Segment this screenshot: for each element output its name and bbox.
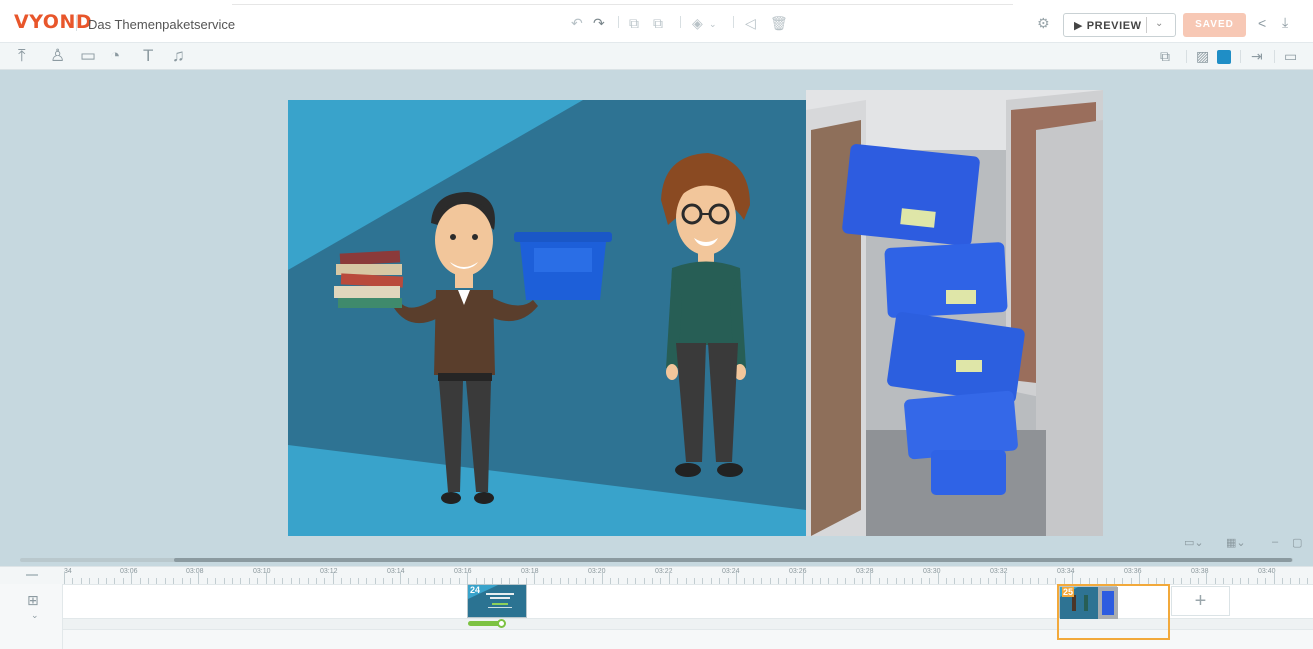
settings-icon[interactable]: ⚙ [1037,16,1050,30]
copy-icon[interactable]: ⧉ [629,16,639,30]
scene-thumbnail[interactable]: 24 [467,584,527,618]
ruler-tick [400,572,401,584]
ruler-tick [265,572,267,584]
scene-illustration [288,100,806,536]
preview-button[interactable]: ▶ PREVIEW ⌄ [1063,13,1176,37]
timeline-track-header: ⊞ ⌄ [0,584,63,649]
chart-icon[interactable]: ◔ [110,47,120,65]
divider [1146,17,1147,33]
ruler-tick [534,572,536,584]
book-stack[interactable] [334,250,404,308]
fit-screen-icon[interactable]: ▭⌄ [1184,536,1204,549]
preview-label: ▶ PREVIEW [1074,20,1142,32]
ruler-label: 03:14 [387,568,405,575]
ruler-label: 03:22 [655,568,673,575]
stage-scroll-thumb[interactable] [174,558,1292,562]
prop-icon[interactable]: ▭ [80,47,96,65]
divider [76,15,77,31]
ruler-label: 03:12 [320,568,338,575]
ruler-tick [131,572,133,584]
ruler-tick [1139,572,1141,584]
ruler-label: 03:06 [120,568,138,575]
background-icon[interactable]: ▨ [1196,48,1209,64]
timeline-ruler[interactable]: 34 03:06 03:08 03:10 03:12 03:14 03:16 0… [0,566,1313,584]
ruler-tick [601,572,603,584]
scene-selection-frame [1057,584,1170,640]
ruler-tick [198,572,200,584]
blue-crate-prop[interactable] [514,232,612,300]
top-divider [232,4,1013,5]
ruler-label: 03:20 [588,568,606,575]
scene-canvas[interactable] [288,100,806,536]
ruler-tick [1072,572,1073,584]
ruler-label: 03:10 [253,568,271,575]
ruler-tick [1206,572,1208,584]
video-track-icon[interactable]: ⊞ [27,592,39,609]
enter-effect-icon[interactable]: ⇥ [1251,48,1263,64]
ruler-tick [467,572,469,584]
asset-toolbar: ⤒ ♙ ▭ ◔ T ♫ ⧉ ▨ ⇥ ▭ [0,43,1313,70]
fullscreen-icon[interactable]: ▢ [1292,536,1302,549]
ruler-label: 03:18 [521,568,539,575]
scene-number: 24 [470,585,481,595]
divider [1240,50,1241,63]
ruler-tick [1273,572,1275,584]
ruler-tick [870,572,872,584]
ruler-handle[interactable] [26,574,38,576]
undo-icon[interactable]: ↶ [571,16,583,30]
grid-icon[interactable]: ▦⌄ [1226,536,1246,549]
paste-icon[interactable]: ⧉ [653,16,663,30]
ruler-label: 03:16 [454,568,472,575]
ruler-tick [332,572,334,584]
ruler-tick [803,572,805,584]
text-icon[interactable]: T [143,47,153,65]
ruler-tick [668,572,670,584]
divider [680,16,681,28]
background-color-swatch[interactable] [1217,50,1231,64]
upload-icon[interactable]: ⤒ [18,47,26,65]
saved-button[interactable]: SAVED [1183,13,1246,37]
zoom-out-icon[interactable]: – [1272,536,1278,548]
top-bar: VYOND Das Themenpaketservice ↶ ↷ ⧉ ⧉ ◈ ⌄… [0,0,1313,43]
ruler-tick [937,572,939,584]
delete-icon[interactable]: 🗑︎ [770,16,788,30]
scene-progress-handle[interactable] [497,619,506,628]
chevron-down-icon[interactable]: ⌄ [709,17,717,31]
chevron-down-icon[interactable]: ⌄ [31,610,39,621]
divider [1274,50,1275,63]
stage-controls: ▭⌄ ▦⌄ – ▢ [1176,532,1310,554]
ruler-label: 34 [64,568,72,575]
divider [618,16,619,28]
audio-icon[interactable]: ♫ [172,47,185,65]
ruler-tick [1004,572,1006,584]
divider [1186,50,1187,63]
layer-order-icon[interactable]: ◈ [692,16,703,30]
ruler-tick [736,572,737,584]
add-scene-button[interactable]: + [1171,586,1230,616]
vyond-logo[interactable]: VYOND [14,12,92,32]
ruler-tick [64,572,65,584]
ruler-label: 03:08 [186,568,204,575]
photo-crates-in-library [806,90,1103,536]
project-title[interactable]: Das Themenpaketservice [88,17,235,32]
camera-icon[interactable]: ▭ [1284,48,1297,64]
character-icon[interactable]: ♙ [50,47,65,65]
share-icon[interactable]: < [1258,16,1266,30]
chevron-down-icon[interactable]: ⌄ [1155,18,1163,29]
library-photo[interactable] [806,90,1103,536]
divider [733,16,734,28]
swap-icon[interactable]: ⧉ [1160,48,1170,64]
flip-icon[interactable]: ◁ [745,16,756,30]
redo-icon[interactable]: ↷ [593,16,605,30]
download-icon[interactable]: ⤓ [1282,15,1288,29]
